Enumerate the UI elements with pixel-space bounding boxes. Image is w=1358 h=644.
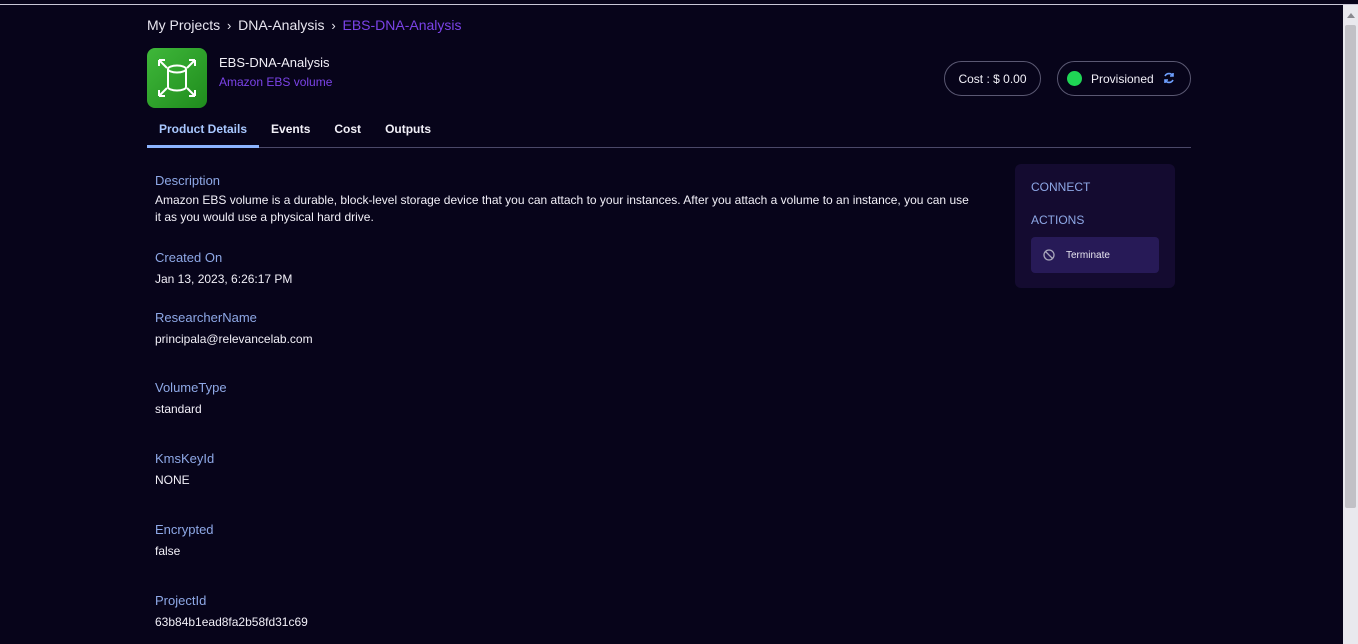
- tab-events[interactable]: Events: [259, 115, 322, 148]
- scrollbar[interactable]: [1343, 5, 1358, 644]
- encrypted-label: Encrypted: [155, 522, 214, 537]
- description-value: Amazon EBS volume is a durable, block-le…: [155, 193, 969, 224]
- actions-heading: ACTIONS: [1031, 213, 1085, 227]
- kms-key-value: NONE: [155, 473, 190, 487]
- chevron-right-icon: ›: [226, 17, 232, 33]
- cost-badge: Cost : $ 0.00: [944, 61, 1041, 96]
- tab-bar: Product Details Events Cost Outputs: [147, 115, 1191, 148]
- connect-heading: CONNECT: [1031, 180, 1091, 194]
- scroll-thumb[interactable]: [1345, 25, 1356, 508]
- created-on-value: Jan 13, 2023, 6:26:17 PM: [155, 272, 293, 286]
- chevron-right-icon: ›: [331, 17, 336, 33]
- product-type: Amazon EBS volume: [219, 75, 333, 89]
- tab-cost[interactable]: Cost: [322, 115, 373, 148]
- researcher-field: ResearcherName principala@relevancelab.c…: [155, 310, 313, 348]
- refresh-icon[interactable]: [1162, 71, 1176, 85]
- terminate-button[interactable]: Terminate: [1031, 237, 1159, 273]
- ebs-volume-icon: [147, 48, 207, 108]
- kms-key-field: KmsKeyId NONE: [155, 451, 214, 489]
- breadcrumb-my-projects[interactable]: My Projects: [147, 17, 220, 33]
- breadcrumb: My Projects › DNA-Analysis › EBS-DNA-Ana…: [147, 17, 462, 33]
- researcher-value: principala@relevancelab.com: [155, 332, 313, 346]
- created-on-field: Created On Jan 13, 2023, 6:26:17 PM: [155, 250, 292, 288]
- tab-product-details[interactable]: Product Details: [147, 115, 260, 148]
- tab-outputs[interactable]: Outputs: [373, 115, 443, 148]
- encrypted-field: Encrypted false: [155, 522, 214, 560]
- encrypted-value: false: [155, 544, 181, 558]
- volume-type-value: standard: [155, 402, 202, 416]
- researcher-label: ResearcherName: [155, 310, 257, 325]
- status-badge: Provisioned: [1057, 61, 1191, 96]
- status-dot-icon: [1067, 71, 1082, 86]
- top-border: [0, 4, 1358, 5]
- description-field: Description Amazon EBS volume is a durab…: [155, 173, 975, 226]
- scroll-up-icon[interactable]: [1347, 13, 1355, 18]
- project-id-field: ProjectId 63b84b1ead8fa2b58fd31c69: [155, 593, 308, 631]
- terminate-label: Terminate: [1066, 249, 1110, 261]
- ban-icon: [1043, 249, 1055, 261]
- kms-key-label: KmsKeyId: [155, 451, 215, 466]
- actions-panel: CONNECT ACTIONS Terminate: [1015, 164, 1175, 288]
- breadcrumb-project[interactable]: DNA-Analysis: [238, 17, 324, 33]
- project-id-label: ProjectId: [155, 593, 207, 608]
- product-name: EBS-DNA-Analysis: [219, 55, 330, 70]
- volume-type-field: VolumeType standard: [155, 380, 227, 418]
- status-label: Provisioned: [1091, 71, 1154, 86]
- description-label: Description: [155, 173, 221, 188]
- project-id-value: 63b84b1ead8fa2b58fd31c69: [155, 615, 308, 629]
- volume-type-label: VolumeType: [155, 380, 227, 395]
- created-on-label: Created On: [155, 250, 223, 265]
- breadcrumb-current: EBS-DNA-Analysis: [342, 17, 462, 33]
